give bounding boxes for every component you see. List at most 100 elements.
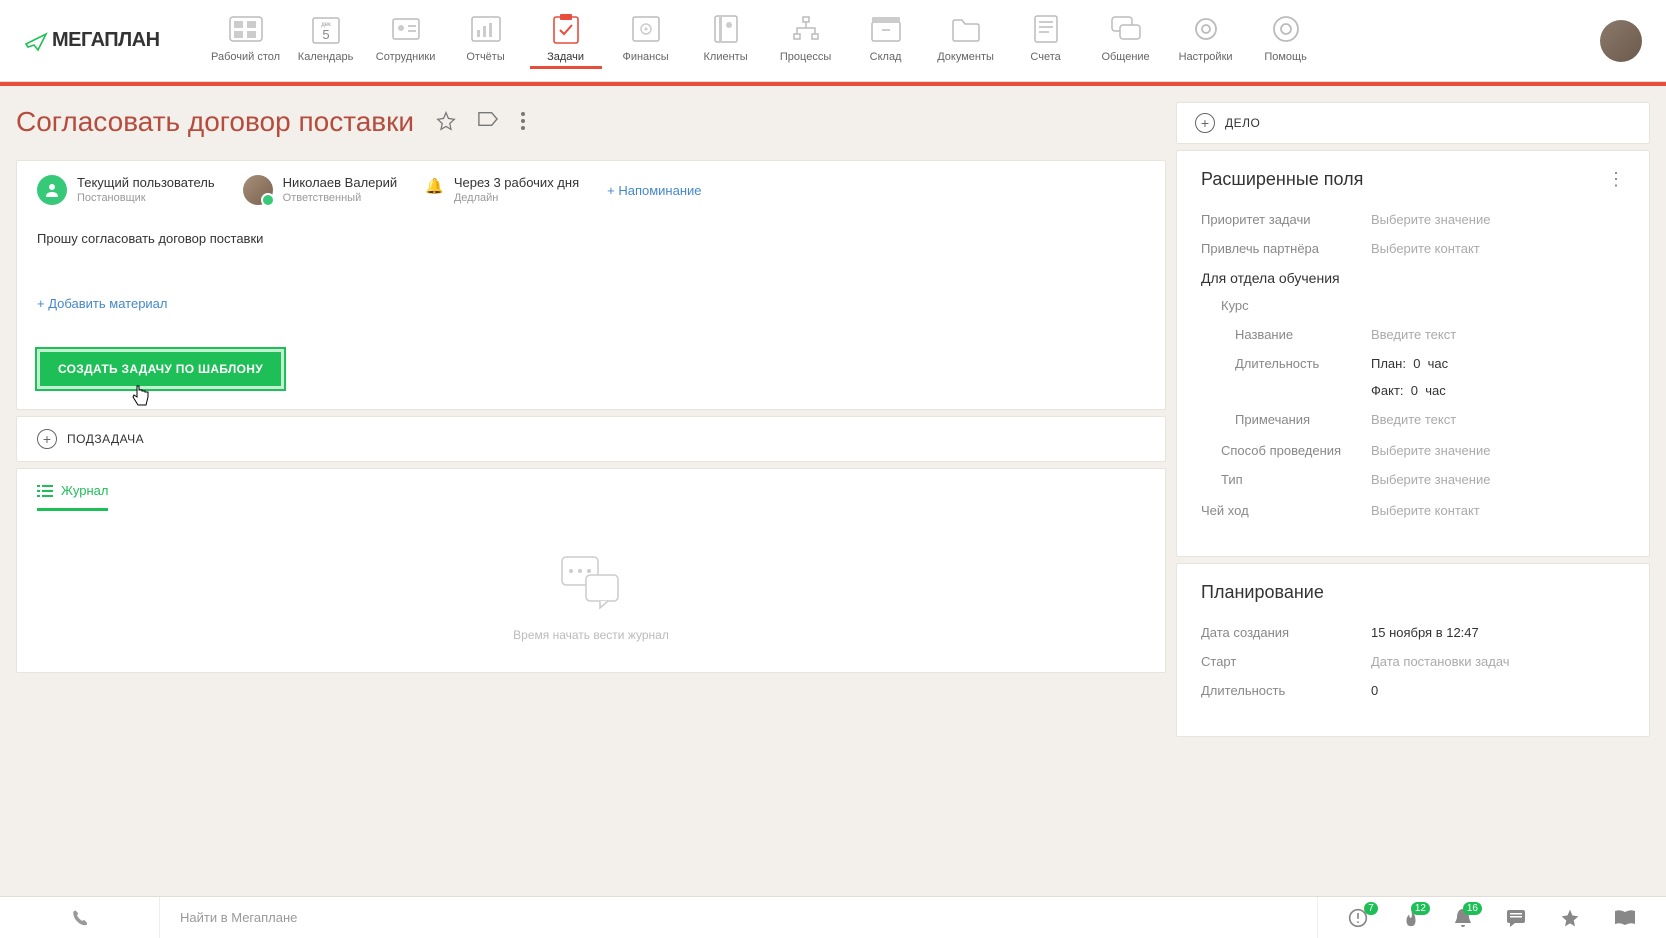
reader-button[interactable] [1614, 909, 1636, 927]
add-reminder-link[interactable]: + Напоминание [607, 183, 701, 198]
gear-icon [1192, 15, 1220, 43]
main-nav: Рабочий стол дек5 Календарь Сотрудники О… [210, 13, 1590, 69]
nav-help[interactable]: Помощь [1250, 13, 1322, 69]
responsible-avatar-icon [243, 175, 273, 205]
journal-tab[interactable]: Журнал [37, 483, 108, 511]
notes-label: Примечания [1201, 412, 1371, 427]
plan-duration-label: Длительность [1201, 683, 1371, 698]
more-vertical-icon[interactable] [520, 111, 526, 134]
overdue-badge: 7 [1364, 902, 1378, 915]
notifications-badge: 16 [1463, 902, 1482, 915]
calendar-icon: дек5 [312, 14, 340, 44]
deadline-block[interactable]: 🔔 Через 3 рабочих дня Дедлайн [425, 175, 579, 204]
type-value[interactable]: Выберите значение [1371, 472, 1490, 487]
fact-line[interactable]: Факт: 0 час [1371, 383, 1448, 398]
notes-value[interactable]: Введите текст [1371, 412, 1456, 427]
journal-empty-state: Время начать вести журнал [37, 551, 1145, 642]
bottombar: Найти в Мегаплане 7 12 16 [0, 896, 1666, 938]
method-value[interactable]: Выберите значение [1371, 443, 1490, 458]
nav-tasks[interactable]: Задачи [530, 13, 602, 69]
search-placeholder: Найти в Мегаплане [180, 910, 297, 925]
created-label: Дата создания [1201, 625, 1371, 640]
hot-button[interactable]: 12 [1402, 908, 1420, 928]
chat-empty-icon [556, 551, 626, 611]
nav-clients[interactable]: Клиенты [690, 13, 762, 69]
partner-label: Привлечь партнёра [1201, 241, 1371, 256]
owner-avatar-icon [37, 175, 67, 205]
subtask-card[interactable]: + ПОДЗАДАЧА [16, 416, 1166, 462]
education-section-label: Для отдела обучения [1201, 270, 1625, 286]
planning-title: Планирование [1201, 582, 1625, 603]
phone-button[interactable] [0, 897, 160, 938]
plan-duration-value[interactable]: 0 [1371, 683, 1378, 698]
book-icon [1614, 909, 1636, 927]
overdue-button[interactable]: 7 [1348, 908, 1368, 928]
messages-button[interactable] [1506, 909, 1526, 927]
processes-icon [791, 16, 821, 42]
planning-card: Планирование Дата создания 15 ноября в 1… [1176, 563, 1650, 737]
warehouse-icon [871, 16, 901, 42]
hot-badge: 12 [1411, 902, 1430, 915]
nav-chat[interactable]: Общение [1090, 13, 1162, 69]
priority-label: Приоритет задачи [1201, 212, 1371, 227]
course-label: Курс [1201, 298, 1371, 313]
more-vertical-icon[interactable]: ⋮ [1607, 169, 1625, 190]
created-value: 15 ноября в 12:47 [1371, 625, 1479, 640]
delo-label: ДЕЛО [1225, 116, 1260, 130]
nav-employees[interactable]: Сотрудники [370, 13, 442, 69]
user-avatar[interactable] [1600, 20, 1642, 62]
logo-text: мегаплан [52, 29, 160, 52]
nav-calendar[interactable]: дек5 Календарь [290, 13, 362, 69]
reports-icon [471, 16, 501, 42]
nav-processes[interactable]: Процессы [770, 13, 842, 69]
tasks-icon [553, 14, 579, 44]
clients-icon [714, 15, 738, 43]
nav-finance[interactable]: Финансы [610, 13, 682, 69]
nav-desktop[interactable]: Рабочий стол [210, 13, 282, 69]
nav-reports[interactable]: Отчёты [450, 13, 522, 69]
tag-icon[interactable] [478, 111, 498, 134]
favorites-button[interactable] [1560, 908, 1580, 928]
start-label: Старт [1201, 654, 1371, 669]
turn-value[interactable]: Выберите контакт [1371, 503, 1480, 518]
desktop-icon [229, 16, 263, 42]
star-icon[interactable] [436, 111, 456, 134]
nav-settings[interactable]: Настройки [1170, 13, 1242, 69]
owner-block[interactable]: Текущий пользователь Постановщик [37, 175, 215, 205]
add-material-link[interactable]: + Добавить материал [37, 296, 1145, 311]
delo-card[interactable]: + ДЕЛО [1176, 102, 1650, 144]
bell-icon: 🔔 [425, 177, 444, 195]
responsible-role: Ответственный [283, 192, 397, 204]
plan-line[interactable]: План: 0 час [1371, 356, 1448, 371]
nav-invoices[interactable]: Счета [1010, 13, 1082, 69]
owner-name: Текущий пользователь [77, 175, 215, 190]
global-search-input[interactable]: Найти в Мегаплане [160, 897, 1317, 938]
nav-warehouse[interactable]: Склад [850, 13, 922, 69]
plus-circle-icon: + [37, 429, 57, 449]
logo[interactable]: мегаплан [24, 29, 160, 52]
ext-title: Расширенные поля [1201, 169, 1363, 190]
responsible-name: Николаев Валерий [283, 175, 397, 190]
start-value[interactable]: Дата постановки задач [1371, 654, 1510, 669]
course-name-value[interactable]: Введите текст [1371, 327, 1456, 342]
journal-empty-text: Время начать вести журнал [37, 628, 1145, 642]
phone-icon [71, 909, 89, 927]
plus-circle-icon: + [1195, 113, 1215, 133]
create-from-template-button[interactable]: СОЗДАТЬ ЗАДАЧУ ПО ШАБЛОНУ [37, 349, 284, 389]
course-name-label: Название [1201, 327, 1371, 342]
partner-value[interactable]: Выберите контакт [1371, 241, 1480, 256]
topbar: мегаплан Рабочий стол дек5 Календарь Сот… [0, 0, 1666, 82]
deadline-role: Дедлайн [454, 192, 579, 204]
responsible-block[interactable]: Николаев Валерий Ответственный [243, 175, 397, 205]
nav-documents[interactable]: Документы [930, 13, 1002, 69]
employees-icon [390, 16, 422, 42]
type-label: Тип [1201, 472, 1371, 487]
page-title: Согласовать договор поставки [16, 106, 414, 138]
priority-value[interactable]: Выберите значение [1371, 212, 1490, 227]
logo-icon [24, 30, 48, 52]
notifications-button[interactable]: 16 [1454, 908, 1472, 928]
list-icon [37, 484, 53, 498]
documents-icon [951, 16, 981, 42]
chat-icon [1111, 16, 1141, 42]
owner-role: Постановщик [77, 192, 215, 204]
